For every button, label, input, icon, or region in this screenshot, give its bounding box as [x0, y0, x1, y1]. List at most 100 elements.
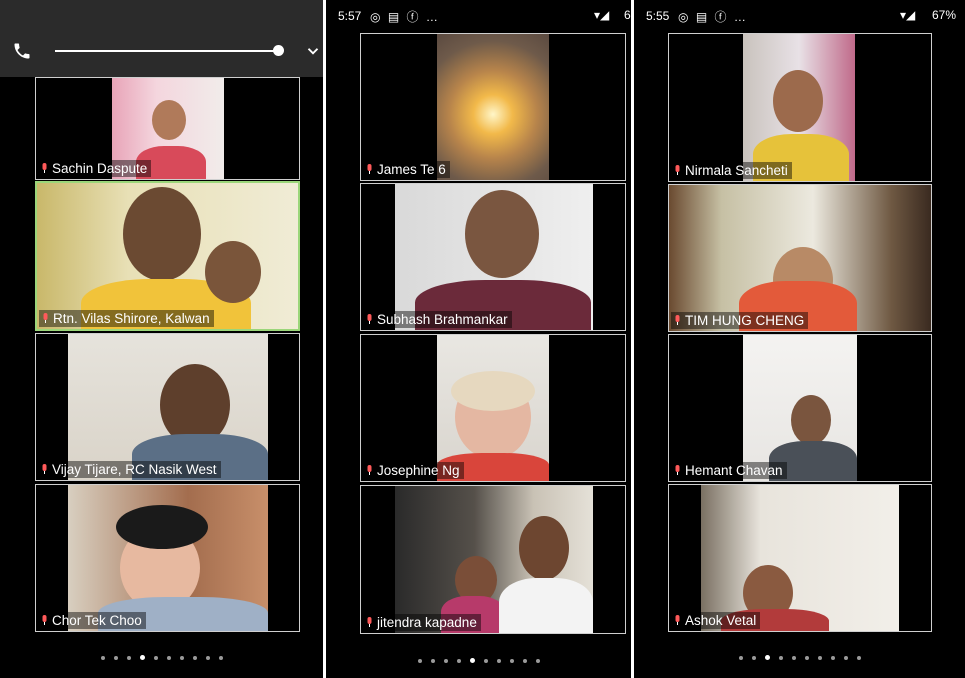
- page-dot[interactable]: [100, 655, 105, 660]
- participant-tile[interactable]: Vijay Tijare, RC Nasik West: [35, 333, 300, 481]
- page-dot[interactable]: [751, 655, 756, 660]
- page-dot-current[interactable]: [139, 655, 145, 661]
- participant-name: Rtn. Vilas Shirore, Kalwan: [39, 310, 214, 327]
- mic-icon: [42, 464, 47, 474]
- participant-tile[interactable]: Ashok Vetal: [668, 484, 932, 632]
- participant-name: Hemant Chavan: [671, 462, 787, 479]
- mic-icon: [675, 465, 680, 475]
- participant-name: Subhash Brahmankar: [363, 311, 512, 328]
- participant-tile[interactable]: TIM HUNG CHENG: [668, 184, 932, 332]
- participant-tile[interactable]: Josephine Ng: [360, 334, 626, 482]
- facebook-icon: ⓕ: [714, 10, 729, 24]
- page-dot[interactable]: [153, 655, 158, 660]
- mic-icon: [367, 617, 372, 627]
- chevron-down-icon[interactable]: [304, 42, 322, 60]
- page-dot[interactable]: [483, 658, 488, 663]
- status-time: 5:55: [646, 9, 670, 23]
- participant-video: [37, 183, 298, 329]
- status-time: 5:57: [338, 9, 362, 23]
- phone-screen-1: Sachin Daspute Rtn. Vilas Shirore, Kalwa…: [0, 0, 323, 678]
- participant-name: James Te 6: [363, 161, 450, 178]
- page-dot[interactable]: [509, 658, 514, 663]
- page-dot[interactable]: [522, 658, 527, 663]
- page-dot[interactable]: [205, 655, 210, 660]
- volume-slider-knob[interactable]: [273, 45, 284, 56]
- page-dot[interactable]: [535, 658, 540, 663]
- page-dot-current[interactable]: [469, 658, 475, 664]
- participant-tile[interactable]: Chor Tek Choo: [35, 484, 300, 632]
- participant-video: [395, 184, 593, 330]
- page-dot[interactable]: [778, 655, 783, 660]
- page-dot[interactable]: [417, 658, 422, 663]
- participant-video: [437, 34, 549, 180]
- participant-video: [68, 334, 268, 480]
- participant-name: Ashok Vetal: [671, 612, 761, 629]
- participant-name: Josephine Ng: [363, 462, 464, 479]
- battery-level: 6: [624, 8, 631, 22]
- mic-icon: [675, 165, 680, 175]
- phone-screen-3: 5:55 ◎ ▤ ⓕ … ▾◢ 67% Nirmala Sancheti TIM…: [634, 0, 965, 678]
- page-dot[interactable]: [843, 655, 848, 660]
- page-dot[interactable]: [218, 655, 223, 660]
- signal-icon: ▾◢: [594, 8, 610, 22]
- participant-video: [437, 335, 549, 481]
- whatsapp-icon: ◎: [678, 10, 691, 24]
- facebook-icon: ⓕ: [406, 10, 421, 24]
- participant-tile[interactable]: Sachin Daspute: [35, 77, 300, 180]
- participant-video: [395, 486, 593, 633]
- participant-tile-active-speaker[interactable]: Rtn. Vilas Shirore, Kalwan: [35, 181, 300, 331]
- participant-video: [669, 185, 931, 331]
- page-dot[interactable]: [166, 655, 171, 660]
- participant-tile[interactable]: Subhash Brahmankar: [360, 183, 626, 331]
- mic-icon: [367, 164, 372, 174]
- participant-tile[interactable]: jitendra kapadne: [360, 485, 626, 634]
- page-indicator[interactable]: [0, 649, 323, 661]
- mic-icon: [367, 465, 372, 475]
- page-dot[interactable]: [738, 655, 743, 660]
- participant-tile[interactable]: Hemant Chavan: [668, 334, 932, 482]
- page-dot[interactable]: [830, 655, 835, 660]
- page-dot[interactable]: [856, 655, 861, 660]
- battery-level: 67%: [932, 8, 957, 22]
- page-dot-current[interactable]: [764, 655, 770, 661]
- volume-slider[interactable]: [55, 50, 281, 52]
- participant-name: TIM HUNG CHENG: [671, 312, 809, 329]
- phone-screen-2: 5:57 ◎ ▤ ⓕ … ▾◢ 6 James Te 6 Subhash Bra…: [326, 0, 631, 678]
- page-dot[interactable]: [192, 655, 197, 660]
- status-bar: 5:55 ◎ ▤ ⓕ … ▾◢ 67%: [634, 0, 965, 30]
- news-icon: ▤: [387, 10, 402, 24]
- signal-icon: ▾◢: [900, 8, 916, 22]
- participant-name: Sachin Daspute: [38, 160, 152, 177]
- page-dot[interactable]: [496, 658, 501, 663]
- mic-icon: [42, 163, 47, 173]
- page-dot[interactable]: [443, 658, 448, 663]
- page-dot[interactable]: [179, 655, 184, 660]
- participant-video: [68, 485, 268, 631]
- participant-name: jitendra kapadne: [363, 614, 481, 631]
- participant-video: [743, 34, 855, 181]
- page-dot[interactable]: [791, 655, 796, 660]
- mic-icon: [42, 615, 47, 625]
- notification-icons: ◎ ▤ ⓕ …: [678, 10, 748, 24]
- participant-name: Vijay Tijare, RC Nasik West: [38, 461, 221, 478]
- page-dot[interactable]: [126, 655, 131, 660]
- participant-video: [743, 335, 857, 481]
- participant-name: Nirmala Sancheti: [671, 162, 792, 179]
- page-dot[interactable]: [804, 655, 809, 660]
- phone-icon[interactable]: [12, 41, 32, 61]
- participant-tile[interactable]: James Te 6: [360, 33, 626, 181]
- page-dot[interactable]: [430, 658, 435, 663]
- mic-icon: [675, 615, 680, 625]
- notification-icons: ◎ ▤ ⓕ …: [370, 10, 440, 24]
- mic-icon: [367, 314, 372, 324]
- page-dot[interactable]: [456, 658, 461, 663]
- page-indicator[interactable]: [326, 652, 631, 664]
- page-dot[interactable]: [817, 655, 822, 660]
- news-icon: ▤: [695, 10, 710, 24]
- mic-icon: [675, 315, 680, 325]
- participant-tile[interactable]: Nirmala Sancheti: [668, 33, 932, 182]
- page-indicator[interactable]: [634, 649, 965, 661]
- mic-icon: [43, 313, 48, 323]
- page-dot[interactable]: [113, 655, 118, 660]
- participant-video: [701, 485, 899, 631]
